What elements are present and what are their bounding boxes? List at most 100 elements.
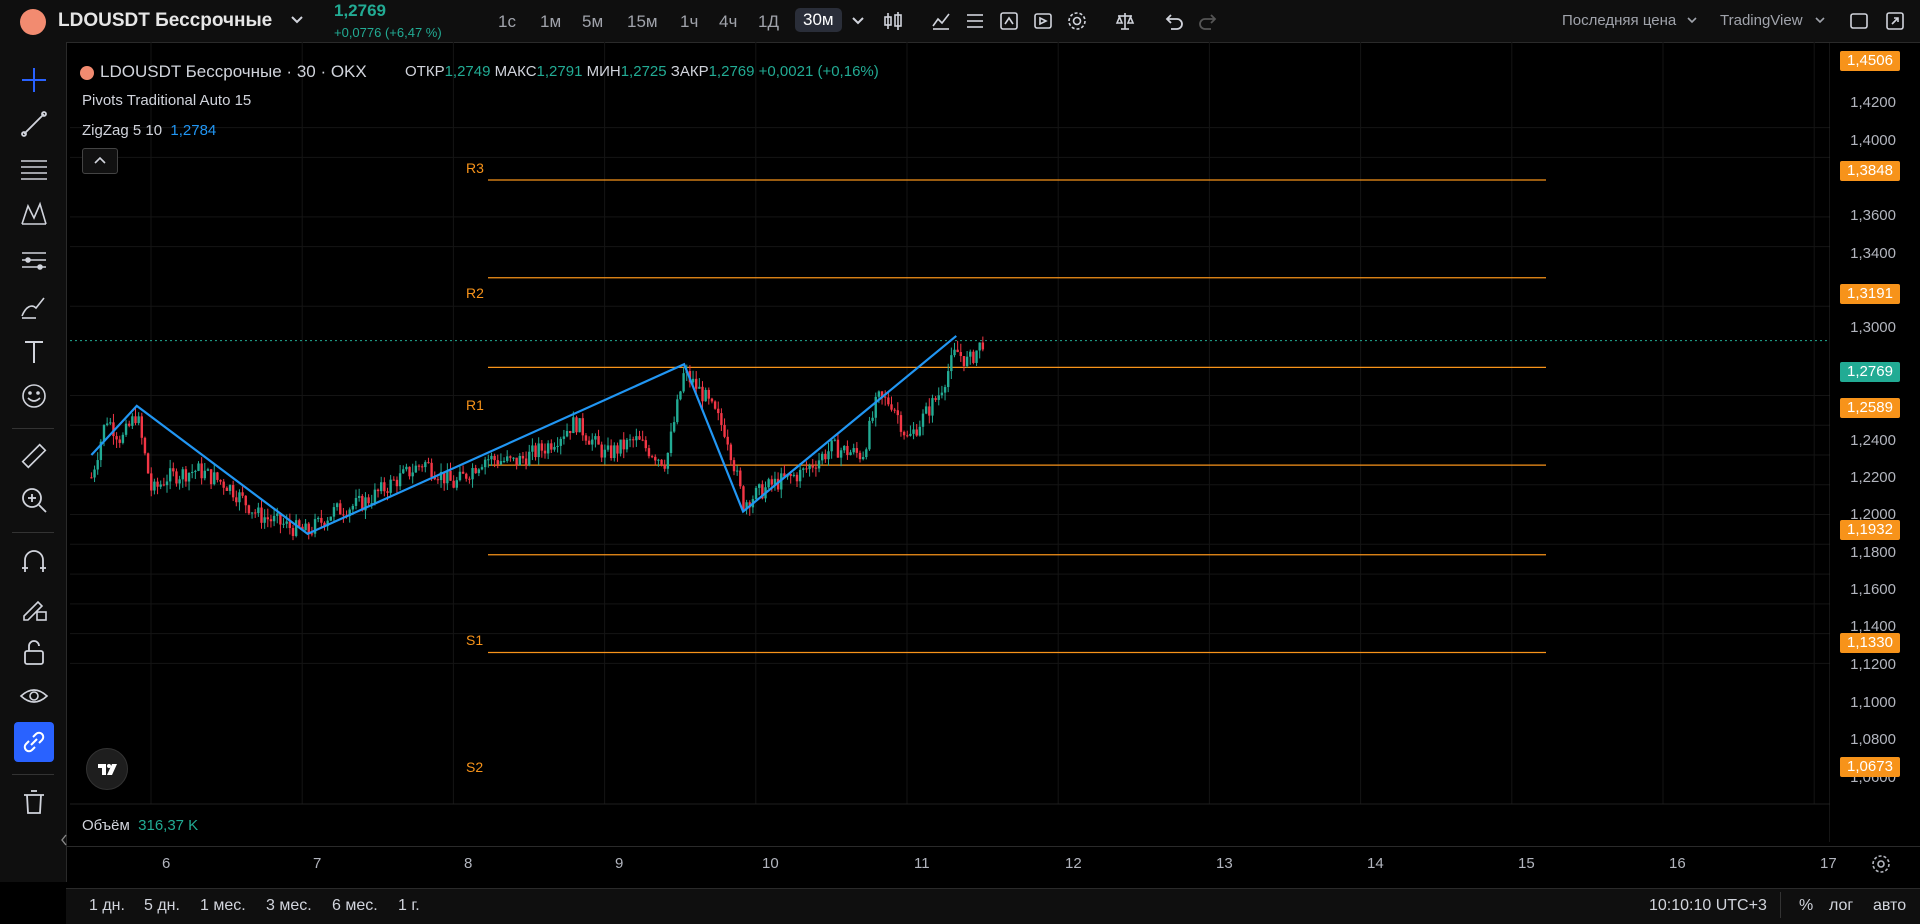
chart-settings-gear-icon[interactable] <box>1870 853 1892 875</box>
candle-up <box>528 451 531 466</box>
candles-style-icon[interactable] <box>882 10 904 32</box>
trend-line-icon[interactable] <box>18 108 50 140</box>
layout-window-icon[interactable] <box>1848 10 1870 32</box>
alert-icon[interactable] <box>998 10 1020 32</box>
candle-down <box>342 514 345 516</box>
candle-down <box>836 439 840 458</box>
utc-clock[interactable]: 10:10:10 UTC+3 <box>1649 897 1767 915</box>
percent-scale-toggle[interactable]: % <box>1799 897 1813 915</box>
candle-up <box>594 436 597 440</box>
range-6m[interactable]: 6 мес. <box>332 897 378 915</box>
templates-icon[interactable] <box>964 10 986 32</box>
pattern-icon[interactable] <box>18 198 50 230</box>
text-tool-icon[interactable] <box>18 336 50 368</box>
timeframe-5m[interactable]: 5м <box>582 12 603 32</box>
eye-icon[interactable] <box>18 680 50 712</box>
forecast-icon[interactable] <box>18 244 50 276</box>
timeframe-1m[interactable]: 1м <box>540 12 561 32</box>
price-chart[interactable] <box>70 42 1830 842</box>
crosshair-icon[interactable] <box>18 64 50 96</box>
timeframe-1s[interactable]: 1с <box>498 12 516 32</box>
price-tick: 1,3400 <box>1850 245 1896 262</box>
zigzag-indicator-row[interactable]: ZigZag 5 10 1,2784 <box>82 122 216 139</box>
candle-up <box>559 438 562 446</box>
candle-up <box>93 469 96 478</box>
price-tick: 1,2400 <box>1850 432 1896 449</box>
chevron-down-icon[interactable] <box>1814 16 1826 26</box>
candle-up <box>317 517 320 520</box>
candle-down <box>175 471 178 484</box>
candle-up <box>704 389 707 402</box>
range-1m[interactable]: 1 мес. <box>200 897 246 915</box>
candle-up <box>553 446 556 450</box>
candle-down <box>430 462 433 477</box>
unlock-icon[interactable] <box>18 636 50 668</box>
auto-scale-toggle[interactable]: авто <box>1873 897 1906 915</box>
redo-icon[interactable] <box>1197 10 1219 32</box>
candle-down <box>216 472 219 480</box>
candle-up <box>518 455 521 466</box>
fullscreen-icon[interactable] <box>1884 10 1906 32</box>
candle-up <box>669 431 673 453</box>
candle-down <box>638 436 641 440</box>
pivots-indicator-label[interactable]: Pivots Traditional Auto 15 <box>82 92 251 109</box>
timeframe-4h[interactable]: 4ч <box>719 12 737 32</box>
time-tick: 17 <box>1820 855 1837 872</box>
magnet-icon[interactable] <box>18 546 50 578</box>
candle-up <box>250 512 254 514</box>
log-scale-toggle[interactable]: лог <box>1829 897 1853 915</box>
settings-gear-icon[interactable] <box>1066 10 1088 32</box>
candle-down <box>543 450 547 454</box>
range-1d[interactable]: 1 дн. <box>89 897 125 915</box>
timeframe-1d[interactable]: 1Д <box>758 12 779 32</box>
link-icon[interactable] <box>18 726 50 758</box>
collapse-toolbar-icon[interactable] <box>60 833 68 847</box>
brush-icon[interactable] <box>18 290 50 322</box>
candle-up <box>874 396 877 418</box>
price-tick: 1,4200 <box>1850 94 1896 111</box>
ruler-icon[interactable] <box>18 440 50 472</box>
zoom-in-icon[interactable] <box>18 484 50 516</box>
compare-scales-icon[interactable] <box>1114 10 1136 32</box>
timeframe-30m-active[interactable]: 30м <box>795 8 842 32</box>
range-1y[interactable]: 1 г. <box>398 897 420 915</box>
price-tick: 1,1800 <box>1850 544 1896 561</box>
price-type-dropdown[interactable]: Последняя цена <box>1562 12 1676 29</box>
candle-down <box>770 479 773 485</box>
candle-down <box>521 455 525 459</box>
candle-up <box>940 392 944 396</box>
candle-up <box>572 417 575 434</box>
candle-up <box>613 445 616 459</box>
candle-up <box>628 439 632 441</box>
candle-down <box>846 445 849 456</box>
indicators-icon[interactable] <box>930 10 952 32</box>
lock-drawing-icon[interactable] <box>18 592 50 624</box>
candle-down <box>143 437 147 454</box>
undo-icon[interactable] <box>1163 10 1185 32</box>
legend-collapse-button[interactable] <box>82 148 118 174</box>
chevron-down-icon[interactable] <box>1686 16 1698 26</box>
legend-title[interactable]: LDOUSDT Бессрочные · 30 · OKX <box>100 62 367 82</box>
chevron-down-icon[interactable] <box>290 14 304 26</box>
provider-dropdown[interactable]: TradingView <box>1720 12 1803 29</box>
timeframe-1h[interactable]: 1ч <box>680 12 698 32</box>
volume-row[interactable]: Объём 316,37 K <box>82 817 198 834</box>
candle-up <box>424 462 427 468</box>
tradingview-logo[interactable] <box>86 748 128 790</box>
emoji-icon[interactable] <box>18 380 50 412</box>
toolbar-divider <box>12 774 54 775</box>
symbol-name[interactable]: LDOUSDT Бессрочные <box>58 10 272 32</box>
timeframe-15m[interactable]: 15м <box>627 12 658 32</box>
range-5d[interactable]: 5 дн. <box>144 897 180 915</box>
candle-up <box>357 495 361 498</box>
range-3m[interactable]: 3 мес. <box>266 897 312 915</box>
symbol-logo-icon[interactable] <box>20 9 46 35</box>
timeframe-dropdown-icon[interactable] <box>851 15 865 27</box>
trash-icon[interactable] <box>18 786 50 818</box>
chart-grid <box>70 42 1830 804</box>
zigzag-value: 1,2784 <box>170 122 217 139</box>
candle-down <box>291 528 295 536</box>
candle-up <box>228 485 232 491</box>
replay-icon[interactable] <box>1032 10 1054 32</box>
fib-retracement-icon[interactable] <box>18 153 50 185</box>
